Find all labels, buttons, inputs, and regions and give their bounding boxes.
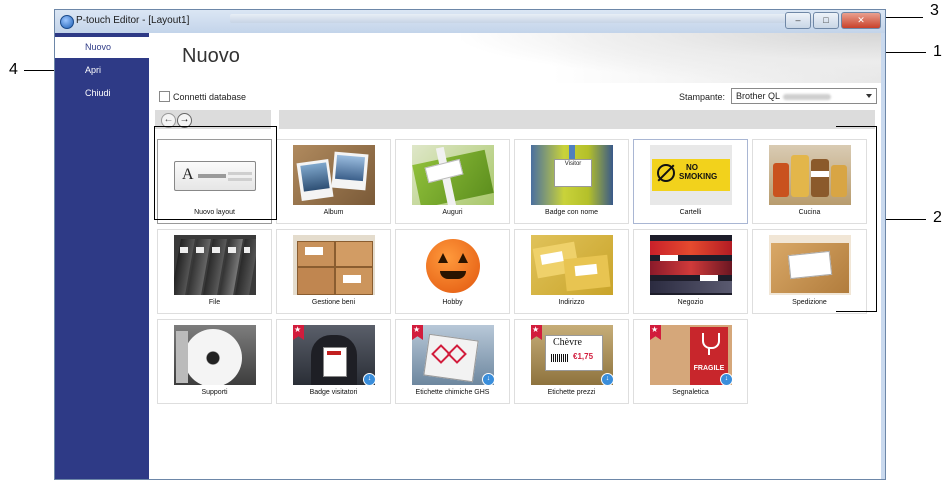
window-controls: – □ ✕ bbox=[785, 12, 881, 29]
album-photo bbox=[293, 145, 375, 205]
boxes-photo bbox=[293, 235, 375, 295]
template-tile-auguri[interactable]: Auguri bbox=[395, 139, 510, 224]
featured-ribbon-icon bbox=[531, 325, 542, 340]
printer-label: Stampante: bbox=[679, 92, 726, 102]
callout-2: 2 bbox=[933, 209, 942, 226]
callout-2-bracket-top bbox=[836, 126, 876, 127]
name-badge-photo: Visitor bbox=[531, 145, 613, 205]
main-panel: Nuovo Connetti database Stampante: Broth… bbox=[149, 33, 881, 479]
template-tile-badge-con-nome[interactable]: Visitor Badge con nome bbox=[514, 139, 629, 224]
gift-photo bbox=[412, 145, 494, 205]
window-title: P-touch Editor - [Layout1] bbox=[76, 15, 190, 26]
tile-label: Indirizzo bbox=[558, 299, 585, 306]
envelopes-photo bbox=[531, 235, 613, 295]
maximize-button[interactable]: □ bbox=[813, 12, 839, 29]
pumpkin-photo bbox=[412, 235, 494, 295]
template-tile-cucina[interactable]: Cucina bbox=[752, 139, 867, 224]
template-tile-etichette-prezzi[interactable]: Chèvre €1,75 ↓ Etichette prezzi bbox=[514, 319, 629, 404]
category-bar bbox=[279, 110, 875, 129]
template-tile-negozio[interactable]: Negozio bbox=[633, 229, 748, 314]
tile-label: File bbox=[208, 299, 221, 306]
tile-label: Badge con nome bbox=[545, 209, 598, 216]
download-icon: ↓ bbox=[482, 373, 494, 385]
featured-ribbon-icon bbox=[650, 325, 661, 340]
tile-label: Etichette chimiche GHS bbox=[415, 389, 490, 396]
ghs-label-photo: ↓ bbox=[412, 325, 494, 385]
callout-1-box bbox=[154, 126, 277, 220]
callout-4: 4 bbox=[9, 61, 18, 78]
package-photo bbox=[769, 235, 851, 295]
price-tag-photo: Chèvre €1,75 ↓ bbox=[531, 325, 613, 385]
tile-label: Gestione beni bbox=[311, 299, 356, 306]
minimize-button[interactable]: – bbox=[785, 12, 811, 29]
tile-label: Album bbox=[323, 209, 344, 216]
template-tile-album[interactable]: Album bbox=[276, 139, 391, 224]
visitor-badge-photo: ↓ bbox=[293, 325, 375, 385]
tile-label: Cartelli bbox=[679, 209, 702, 216]
template-tile-spedizione[interactable]: Spedizione bbox=[752, 229, 867, 314]
title-bar: P-touch Editor - [Layout1] – □ ✕ bbox=[55, 10, 885, 33]
template-tile-etichette-chimiche-ghs[interactable]: ↓ Etichette chimiche GHS bbox=[395, 319, 510, 404]
template-tile-indirizzo[interactable]: Indirizzo bbox=[514, 229, 629, 314]
callout-2-bracket-bottom bbox=[836, 311, 876, 312]
sidebar-item-chiudi[interactable]: Chiudi bbox=[55, 83, 149, 104]
sidebar-item-nuovo[interactable]: Nuovo bbox=[55, 37, 149, 58]
badge-text: Visitor bbox=[554, 159, 592, 187]
callout-3: 3 bbox=[930, 2, 939, 19]
title-bar-glass bbox=[230, 14, 820, 23]
tile-label: Supporti bbox=[201, 389, 228, 396]
tile-label: Auguri bbox=[442, 209, 463, 216]
close-button[interactable]: ✕ bbox=[841, 12, 881, 29]
tile-label: Cucina bbox=[798, 209, 821, 216]
template-tile-badge-visitatori[interactable]: ↓ Badge visitatori bbox=[276, 319, 391, 404]
fragile-text: FRAGILE bbox=[693, 365, 725, 372]
template-tile-gestione-beni[interactable]: Gestione beni bbox=[276, 229, 391, 314]
tile-label: Hobby bbox=[442, 299, 463, 306]
binders-photo bbox=[174, 235, 256, 295]
featured-ribbon-icon bbox=[293, 325, 304, 340]
page-title: Nuovo bbox=[182, 45, 240, 67]
sidebar: Nuovo Apri Chiudi bbox=[55, 33, 149, 479]
shop-shelf-photo bbox=[650, 235, 732, 295]
download-icon: ↓ bbox=[720, 373, 732, 385]
sign-text-no: NO bbox=[686, 163, 698, 172]
template-tile-segnaletica[interactable]: FRAGILE ↓ Segnaletica bbox=[633, 319, 748, 404]
header-decoration bbox=[461, 33, 881, 83]
kitchen-jars-photo bbox=[769, 145, 851, 205]
app-logo-icon bbox=[60, 15, 74, 29]
connect-database-label: Connetti database bbox=[173, 91, 247, 102]
connect-database-option[interactable]: Connetti database bbox=[159, 91, 246, 102]
printer-select[interactable]: Brother QL bbox=[731, 88, 877, 104]
disc-photo bbox=[174, 325, 256, 385]
price-label-value: €1,75 bbox=[573, 352, 594, 361]
printer-model-redacted bbox=[783, 93, 832, 100]
download-icon: ↓ bbox=[601, 373, 613, 385]
tile-label: Negozio bbox=[677, 299, 704, 306]
sidebar-item-apri[interactable]: Apri bbox=[55, 60, 149, 81]
fragile-box-photo: FRAGILE ↓ bbox=[650, 325, 732, 385]
template-tile-supporti[interactable]: Supporti bbox=[157, 319, 272, 404]
chevron-down-icon bbox=[866, 94, 872, 98]
tile-label: Spedizione bbox=[792, 299, 827, 306]
featured-ribbon-icon bbox=[412, 325, 423, 340]
tile-label: Etichette prezzi bbox=[547, 389, 596, 396]
printer-select-value: Brother QL bbox=[736, 91, 781, 101]
price-label-name: Chèvre bbox=[553, 337, 582, 348]
no-smoking-sign-photo: NO SMOKING bbox=[650, 145, 732, 205]
callout-2-bracket-side bbox=[876, 126, 877, 312]
download-icon: ↓ bbox=[363, 373, 375, 385]
sign-text-smoking: SMOKING bbox=[679, 172, 718, 181]
tile-label: Badge visitatori bbox=[309, 389, 358, 396]
tile-label: Segnaletica bbox=[672, 389, 709, 396]
template-tile-file[interactable]: File bbox=[157, 229, 272, 314]
app-window: P-touch Editor - [Layout1] – □ ✕ Nuovo A… bbox=[54, 9, 886, 480]
callout-1: 1 bbox=[933, 43, 942, 60]
template-tile-hobby[interactable]: Hobby bbox=[395, 229, 510, 314]
page-header: Nuovo bbox=[149, 33, 881, 83]
template-tile-cartelli[interactable]: NO SMOKING Cartelli bbox=[633, 139, 748, 224]
connect-database-checkbox[interactable] bbox=[159, 91, 170, 102]
